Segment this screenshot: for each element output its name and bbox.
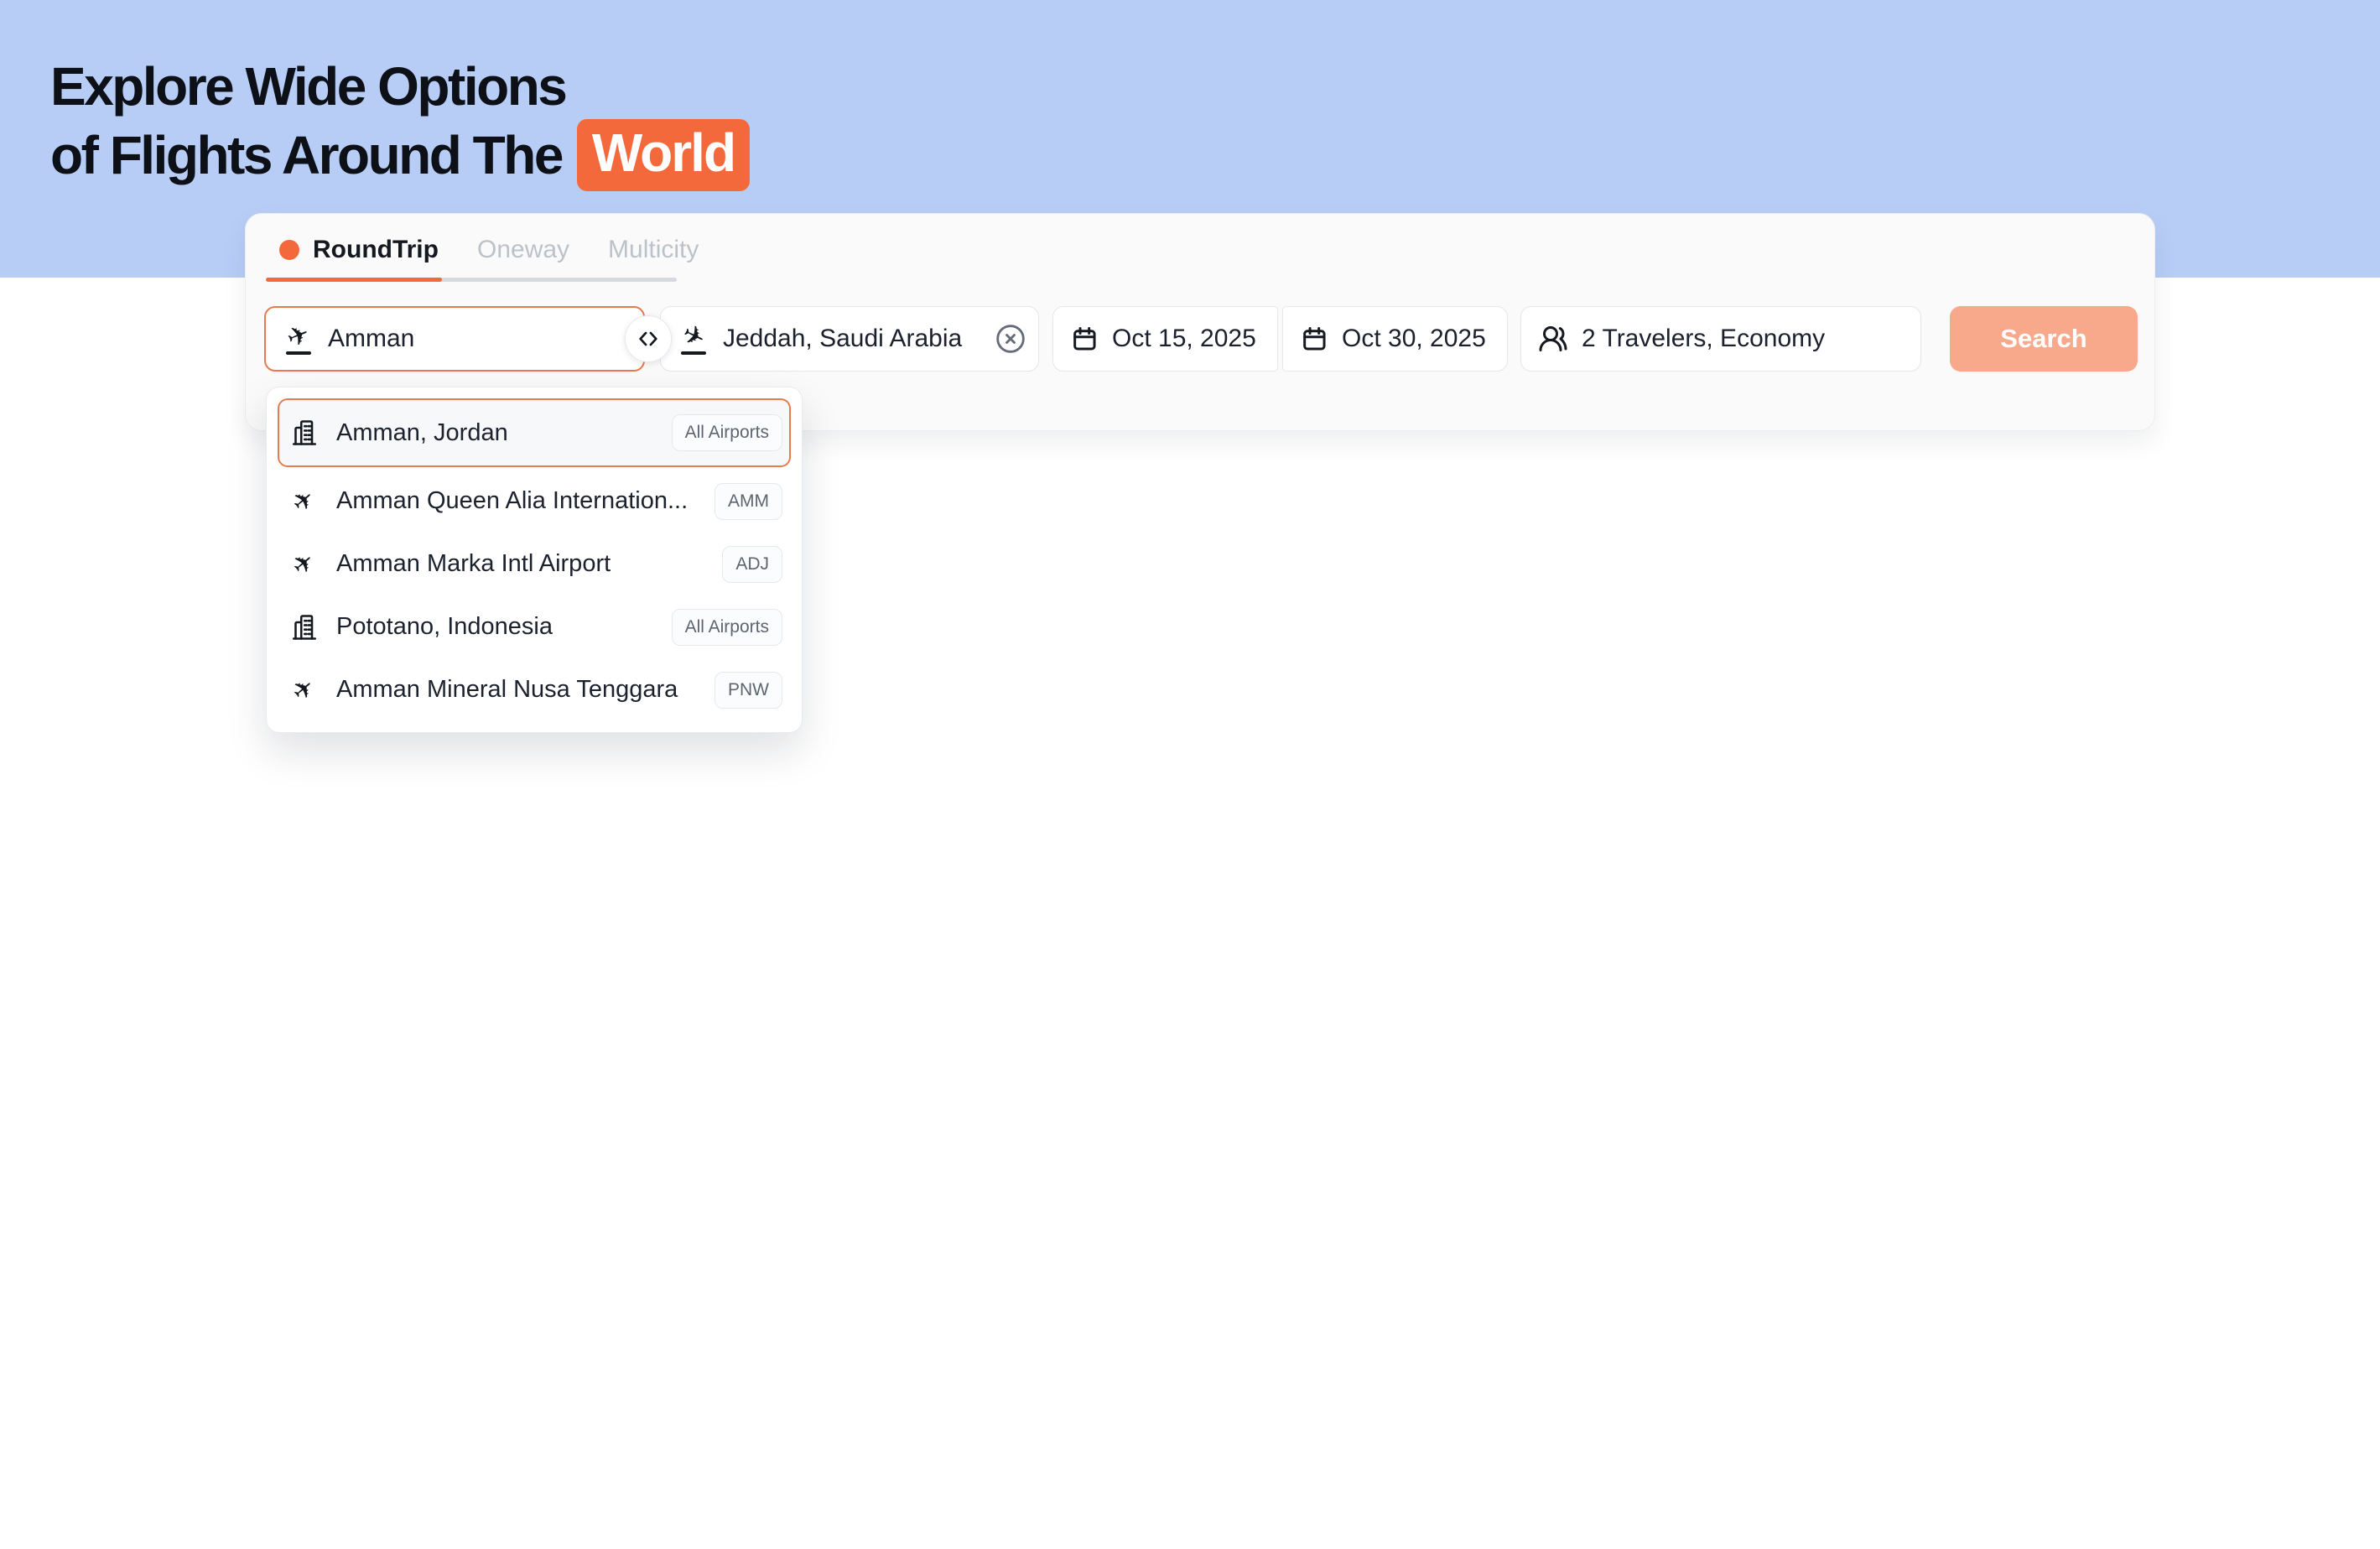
suggestion-row-amman-mineral[interactable]: ✈ Amman Mineral Nusa Tenggara PNW <box>278 658 791 721</box>
circle-x-icon <box>994 322 1027 356</box>
search-button[interactable]: Search <box>1950 306 2138 372</box>
suggestion-name: Amman Mineral Nusa Tenggara <box>336 676 678 704</box>
plane-landing-icon: ✈ <box>678 324 709 355</box>
users-icon <box>1538 324 1568 354</box>
tab-underline-active <box>266 278 442 282</box>
suggestion-row-queen-alia[interactable]: ✈ Amman Queen Alia Internation... AMM <box>278 470 791 533</box>
title-line-2: of Flights Around The <box>50 122 562 188</box>
tab-oneway-label: Oneway <box>477 236 569 264</box>
tab-roundtrip[interactable]: RoundTrip <box>279 236 439 264</box>
swap-horizontal-icon <box>637 327 660 351</box>
swap-airports-button[interactable] <box>625 315 672 362</box>
plane-icon: ✈ <box>288 678 321 703</box>
clear-destination-button[interactable] <box>993 321 1028 356</box>
suggestion-row-marka[interactable]: ✈ Amman Marka Intl Airport ADJ <box>278 533 791 595</box>
title-highlight: World <box>577 119 750 191</box>
suggestion-row-amman-jordan[interactable]: Amman, Jordan All Airports <box>278 398 791 467</box>
tab-underline-track <box>266 278 677 282</box>
suggestion-name: Amman, Jordan <box>336 419 508 447</box>
building-icon <box>288 612 321 642</box>
plane-takeoff-icon: ✈ <box>283 324 314 355</box>
destination-field[interactable]: ✈ Jeddah, Saudi Arabia <box>660 306 1039 372</box>
return-date-value: Oct 30, 2025 <box>1342 325 1486 353</box>
calendar-icon <box>1300 325 1328 353</box>
origin-input[interactable] <box>328 325 626 353</box>
trip-type-tabs: RoundTrip Oneway Multicity <box>279 236 699 264</box>
suggestion-name: Amman Marka Intl Airport <box>336 550 611 578</box>
airport-suggestions-dropdown: Amman, Jordan All Airports ✈ Amman Queen… <box>266 387 803 733</box>
depart-date-field[interactable]: Oct 15, 2025 <box>1052 306 1278 372</box>
suggestion-badge: AMM <box>715 483 782 520</box>
suggestion-name: Pototano, Indonesia <box>336 613 553 641</box>
title-line-1: Explore Wide Options <box>50 54 750 119</box>
building-icon <box>288 418 321 448</box>
active-tab-dot-icon <box>279 240 299 260</box>
travelers-field[interactable]: 2 Travelers, Economy <box>1520 306 1921 372</box>
travelers-value: 2 Travelers, Economy <box>1582 325 1825 353</box>
search-fields-row: ✈ ✈ Jeddah, Saudi Arabia <box>246 306 2154 372</box>
suggestion-name: Amman Queen Alia Internation... <box>336 487 688 515</box>
page-title: Explore Wide Options of Flights Around T… <box>50 54 750 191</box>
depart-date-value: Oct 15, 2025 <box>1112 325 1256 353</box>
tab-multicity-label: Multicity <box>608 236 699 264</box>
suggestion-badge: PNW <box>715 672 782 709</box>
tab-oneway[interactable]: Oneway <box>477 236 569 264</box>
tab-roundtrip-label: RoundTrip <box>313 236 439 264</box>
origin-field[interactable]: ✈ <box>264 306 645 372</box>
suggestion-badge: ADJ <box>722 546 782 583</box>
suggestion-row-pototano[interactable]: Pototano, Indonesia All Airports <box>278 595 791 658</box>
plane-icon: ✈ <box>288 489 321 514</box>
plane-icon: ✈ <box>288 552 321 577</box>
tab-multicity[interactable]: Multicity <box>608 236 699 264</box>
return-date-field[interactable]: Oct 30, 2025 <box>1282 306 1508 372</box>
suggestion-badge: All Airports <box>672 609 782 646</box>
destination-value: Jeddah, Saudi Arabia <box>723 325 962 353</box>
suggestion-badge: All Airports <box>672 414 782 451</box>
calendar-icon <box>1070 325 1099 353</box>
